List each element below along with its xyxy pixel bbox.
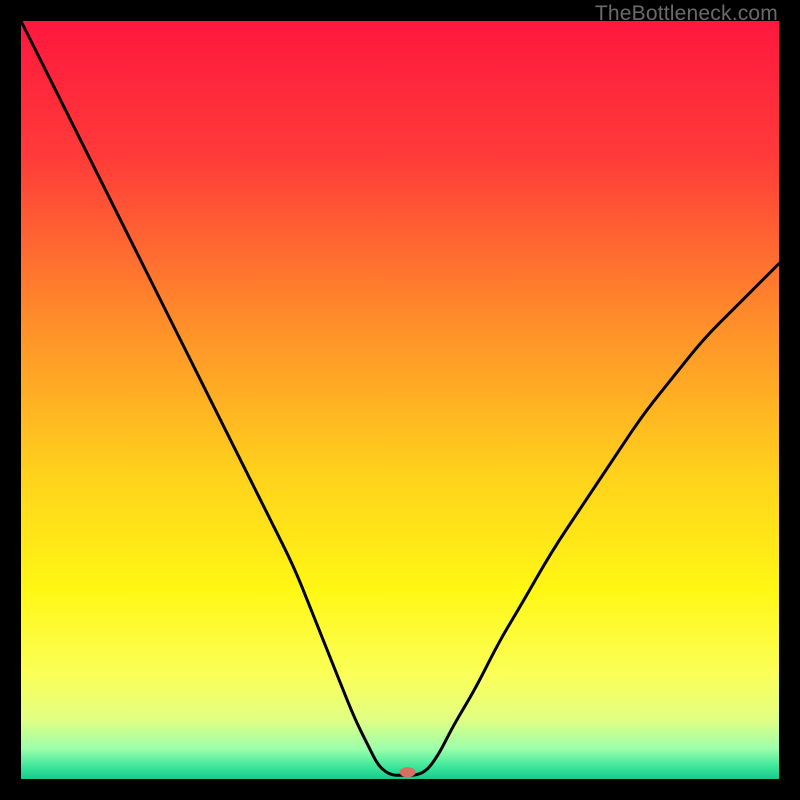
watermark-text: TheBottleneck.com	[595, 2, 778, 26]
minimum-marker	[400, 767, 416, 777]
chart-frame	[21, 21, 779, 779]
bottleneck-chart	[21, 21, 779, 779]
gradient-background	[21, 21, 779, 779]
